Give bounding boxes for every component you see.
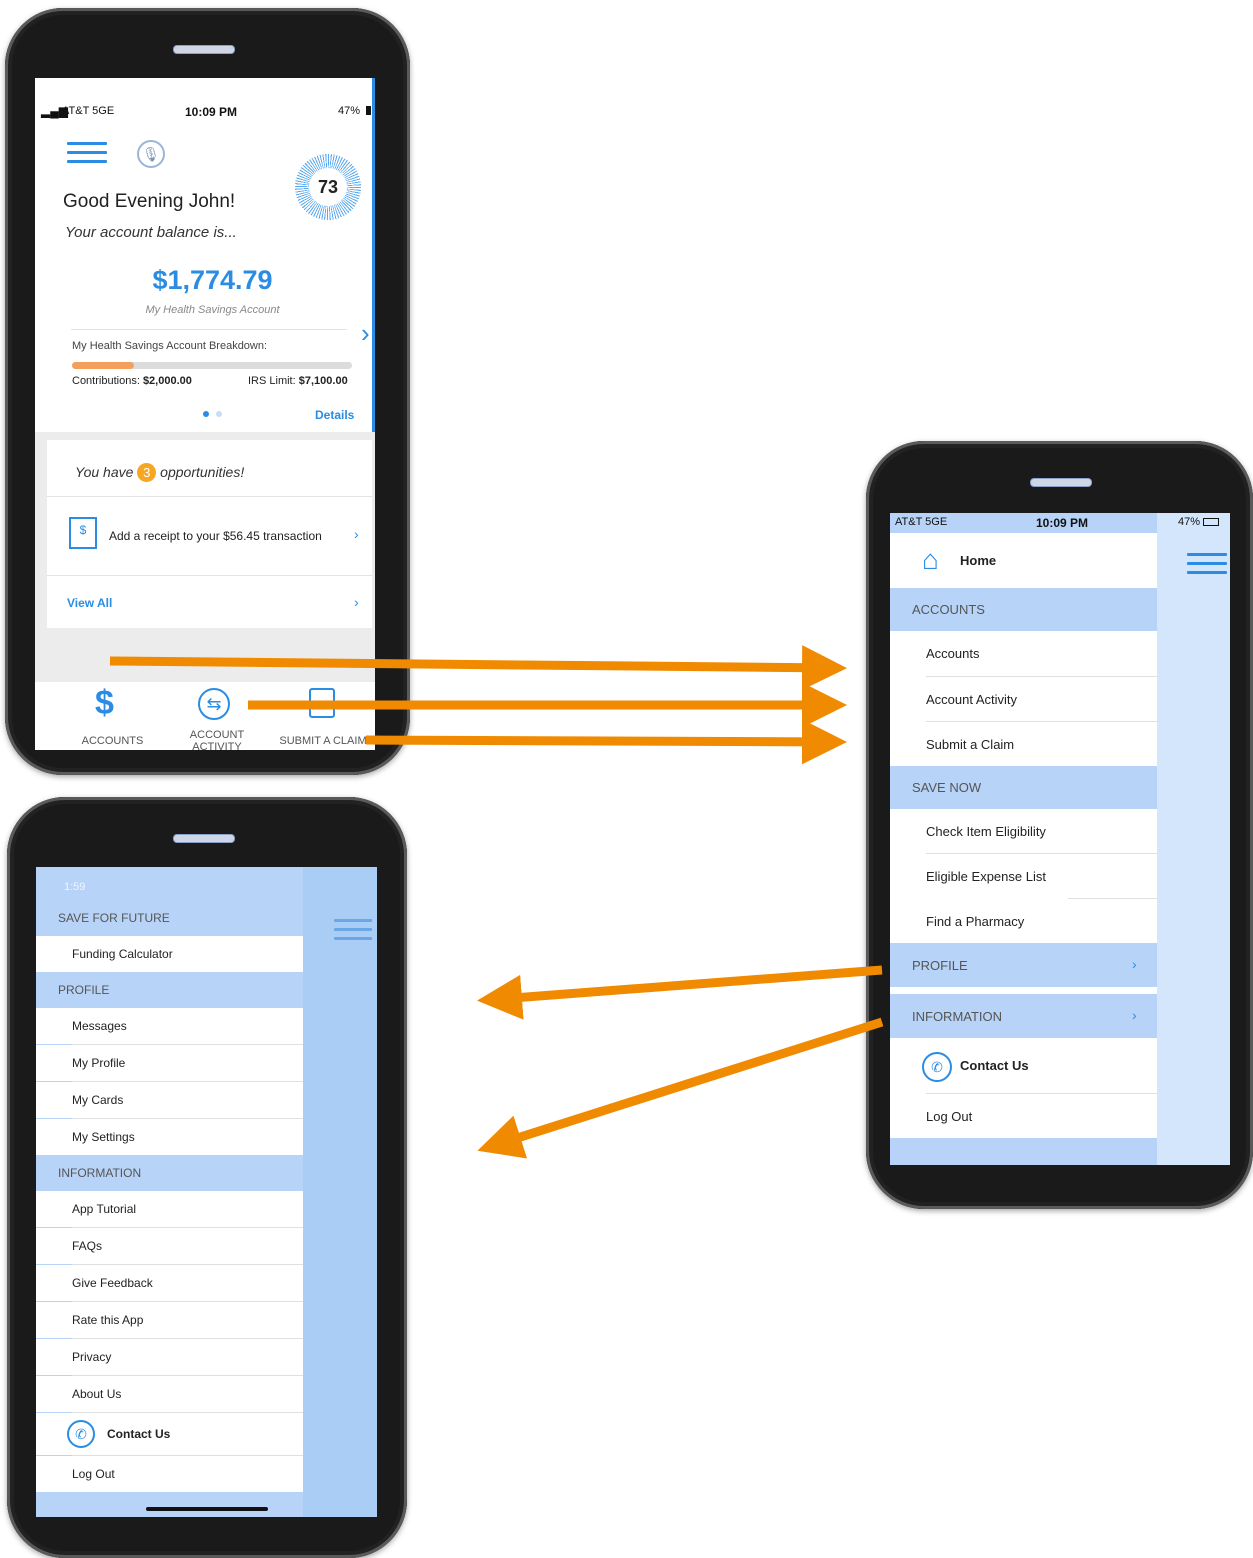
arrow-accounts	[109, 645, 847, 691]
arrow-profile	[477, 965, 883, 1020]
navigation-arrows	[109, 645, 884, 1159]
arrow-submit-claim	[365, 719, 847, 765]
arrow-information	[477, 1017, 884, 1159]
